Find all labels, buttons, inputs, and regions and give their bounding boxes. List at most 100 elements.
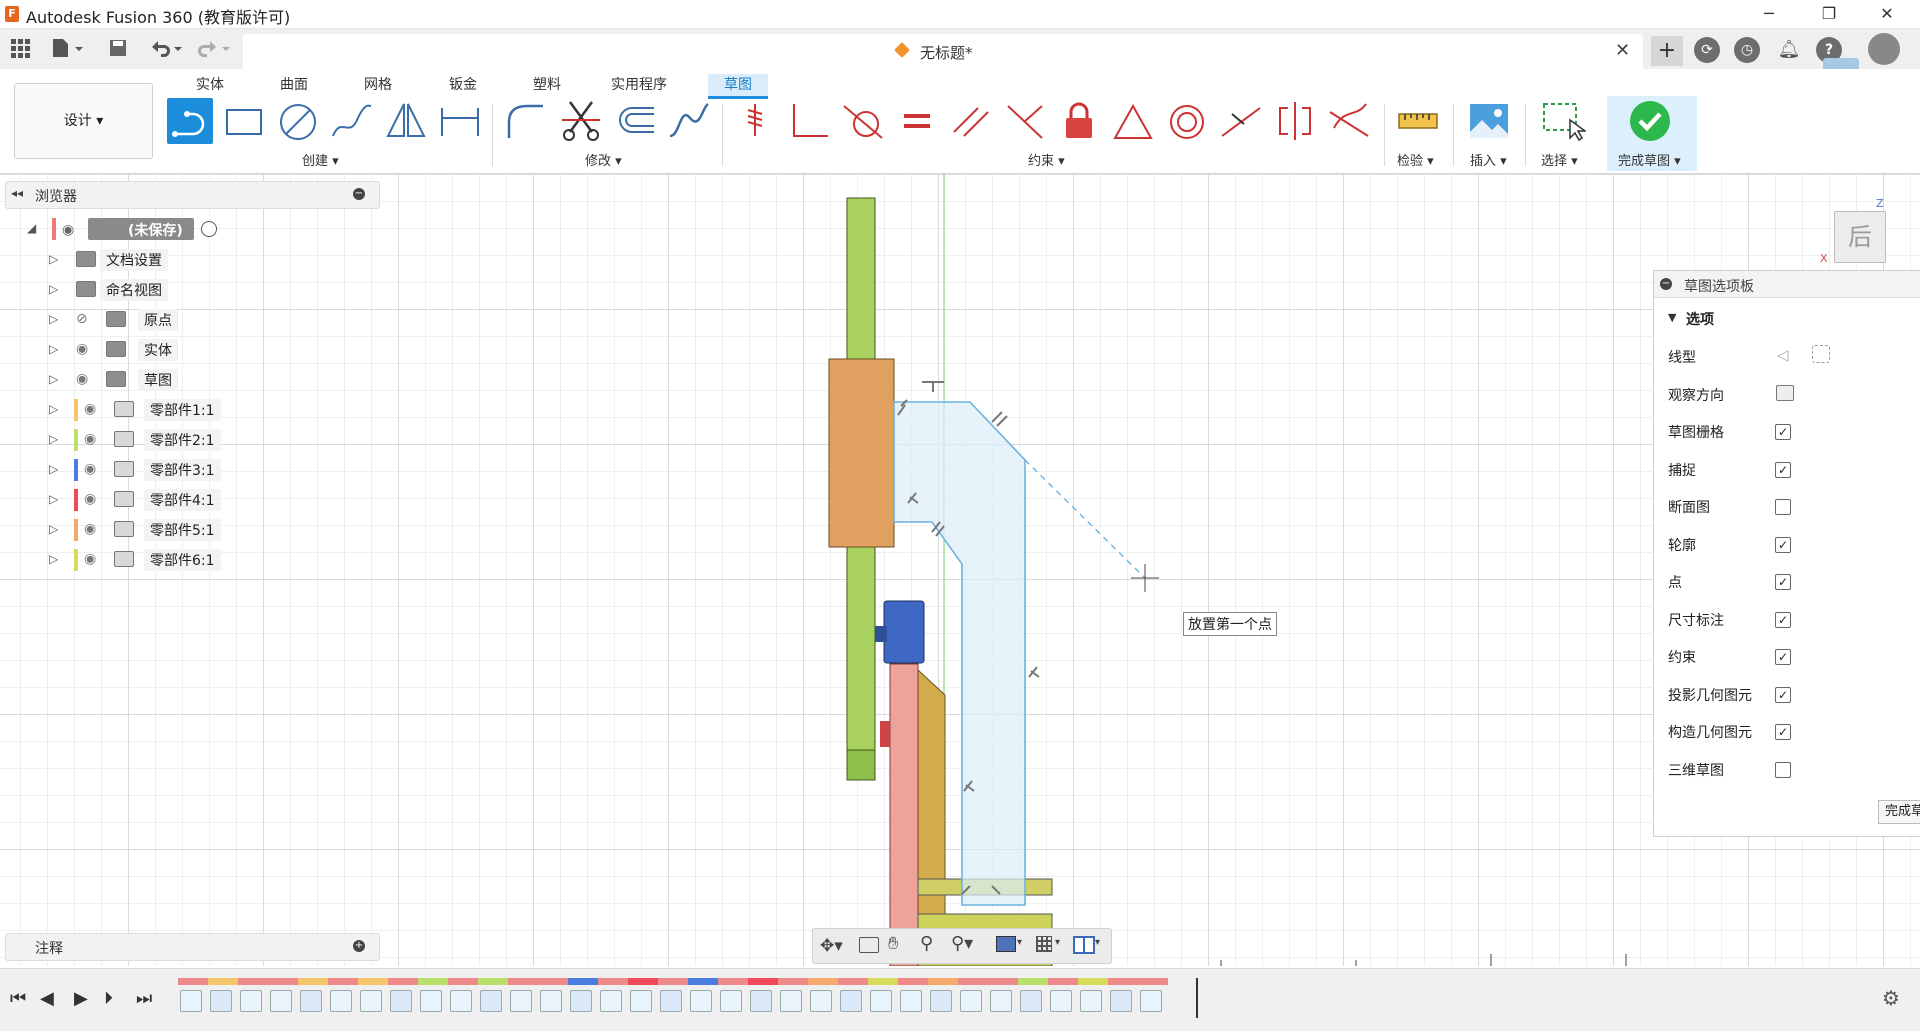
timeline-next-icon[interactable]: ⏵ — [104, 988, 113, 1009]
midpoint-constraint-icon[interactable] — [1110, 98, 1156, 144]
file-menu-icon[interactable] — [50, 37, 83, 61]
orbit-icon[interactable]: ✥▾ — [820, 936, 843, 956]
timeline-feature-icon[interactable] — [480, 990, 502, 1012]
look-at-icon[interactable] — [1776, 385, 1794, 401]
notifications-icon[interactable]: 🔔︎ — [1776, 37, 1802, 63]
browser-item-label[interactable]: 原点 — [138, 309, 178, 331]
display-dropdown-icon[interactable]: ▾ — [1017, 937, 1022, 948]
finish-sketch-palette-button[interactable]: 完成草 — [1878, 800, 1920, 824]
spline-fit-tool-icon[interactable] — [666, 98, 712, 144]
close-window-button[interactable]: ✕ — [1858, 0, 1916, 28]
expand-node-icon[interactable]: ▷ — [49, 282, 58, 296]
expand-node-icon[interactable]: ▷ — [49, 552, 58, 566]
tangent-constraint-icon[interactable] — [840, 98, 886, 144]
palette-option-checkbox[interactable]: ✓ — [1775, 724, 1791, 740]
linetype-centerline-icon[interactable] — [1812, 345, 1830, 363]
apps-grid-icon[interactable] — [8, 37, 32, 61]
timeline-feature-icon[interactable] — [750, 990, 772, 1012]
visibility-eye-icon[interactable]: ◉ — [76, 371, 88, 387]
timeline-feature-icon[interactable] — [1080, 990, 1102, 1012]
tab-sketch[interactable]: 草图 — [708, 74, 768, 99]
palette-option-checkbox[interactable]: ✓ — [1775, 686, 1791, 703]
timeline-feature-icon[interactable] — [1050, 990, 1072, 1012]
options-expand-icon[interactable]: ▼ — [1668, 311, 1676, 324]
timeline-feature-icon[interactable] — [420, 990, 442, 1012]
timeline-feature-icon[interactable] — [1140, 990, 1162, 1012]
perpendicular-constraint-icon[interactable] — [786, 98, 832, 144]
fix-constraint-icon[interactable] — [732, 98, 778, 144]
expand-node-icon[interactable]: ▷ — [49, 252, 58, 266]
browser-item-label[interactable]: 零部件5:1 — [144, 519, 221, 541]
timeline-feature-icon[interactable] — [510, 990, 532, 1012]
timeline-feature-icon[interactable] — [870, 990, 892, 1012]
expand-root-icon[interactable]: ◢ — [27, 221, 36, 235]
grid-settings-icon[interactable] — [1036, 936, 1052, 952]
timeline-marker[interactable] — [1196, 978, 1198, 1018]
timeline-feature-icon[interactable] — [270, 990, 292, 1012]
tab-plastic[interactable]: 塑料 — [523, 74, 571, 96]
visibility-eye-icon[interactable]: ◉ — [76, 341, 88, 357]
timeline-feature-icon[interactable] — [690, 990, 712, 1012]
add-annotation-icon[interactable]: + — [353, 940, 365, 952]
timeline-feature-icon[interactable] — [570, 990, 592, 1012]
visibility-eye-icon[interactable]: ◉ — [84, 551, 96, 567]
redo-icon[interactable] — [196, 37, 230, 61]
collapse-browser-icon[interactable]: ◂◂ — [11, 186, 23, 200]
timeline-feature-icon[interactable] — [360, 990, 382, 1012]
tab-sheet-metal[interactable]: 钣金 — [439, 74, 487, 96]
timeline-feature-icon[interactable] — [780, 990, 802, 1012]
constraints-group-label[interactable]: 约束 ▾ — [1028, 150, 1065, 169]
mirror-tool-icon[interactable] — [383, 98, 429, 144]
finish-check-icon[interactable] — [1630, 101, 1670, 141]
tab-surface[interactable]: 曲面 — [270, 74, 318, 96]
tab-utilities[interactable]: 实用程序 — [608, 74, 670, 96]
close-document-button[interactable]: ✕ — [1615, 40, 1630, 61]
timeline-feature-icon[interactable] — [930, 990, 952, 1012]
expand-node-icon[interactable]: ▷ — [49, 492, 58, 506]
palette-option-checkbox[interactable]: ✓ — [1775, 461, 1791, 478]
circle-tool-icon[interactable] — [275, 98, 321, 144]
visibility-eye-icon[interactable]: ◉ — [62, 222, 74, 238]
timeline-start-icon[interactable]: ⏮ — [10, 988, 26, 1009]
finish-sketch-label[interactable]: 完成草图 ▾ — [1618, 150, 1681, 169]
timeline-play-icon[interactable]: ▶︎ — [74, 988, 88, 1009]
expand-node-icon[interactable]: ▷ — [49, 342, 58, 356]
browser-item-label[interactable]: 零部件4:1 — [144, 489, 221, 511]
visibility-hidden-icon[interactable]: ⊘ — [76, 311, 88, 327]
browser-item-label[interactable]: 零部件1:1 — [144, 399, 221, 421]
palette-option-checkbox[interactable]: ✓ — [1775, 649, 1791, 665]
expand-node-icon[interactable]: ▷ — [49, 522, 58, 536]
timeline-feature-icon[interactable] — [180, 990, 202, 1012]
linetype-construction-icon[interactable]: ◁ — [1777, 346, 1789, 364]
browser-item-label[interactable]: 草图 — [138, 369, 178, 391]
timeline-previous-icon[interactable]: ◀︎ — [40, 988, 54, 1009]
dimension-tool-icon[interactable] — [437, 98, 483, 144]
visibility-eye-icon[interactable]: ◉ — [84, 401, 96, 417]
visibility-eye-icon[interactable]: ◉ — [84, 491, 96, 507]
tab-solid[interactable]: 实体 — [186, 74, 234, 96]
timeline-feature-icon[interactable] — [540, 990, 562, 1012]
minimize-button[interactable]: ─ — [1740, 0, 1798, 28]
save-icon[interactable] — [106, 37, 130, 61]
browser-item-label[interactable]: 实体 — [138, 339, 178, 361]
visibility-eye-icon[interactable]: ◉ — [84, 521, 96, 537]
collinear-constraint-icon[interactable] — [1218, 98, 1264, 144]
browser-item-label[interactable]: 文档设置 — [100, 249, 168, 271]
tab-mesh[interactable]: 网格 — [354, 74, 402, 96]
timeline-feature-icon[interactable] — [960, 990, 982, 1012]
viewports-dropdown-icon[interactable]: ▾ — [1095, 937, 1100, 948]
expand-node-icon[interactable]: ▷ — [49, 462, 58, 476]
parallel-constraint-icon[interactable] — [948, 98, 994, 144]
model-viewport[interactable] — [0, 174, 1920, 966]
timeline-settings-gear-icon[interactable]: ⚙ — [1882, 986, 1900, 1010]
zoom-icon[interactable]: ⚲ — [920, 933, 933, 954]
new-tab-button[interactable]: + — [1651, 36, 1683, 66]
timeline-feature-icon[interactable] — [300, 990, 322, 1012]
measure-tool-icon[interactable] — [1395, 98, 1441, 144]
timeline-feature-icon[interactable] — [390, 990, 412, 1012]
fit-zoom-icon[interactable]: ⚲▾ — [951, 933, 973, 954]
browser-item-label[interactable]: 命名视图 — [100, 279, 168, 301]
expand-node-icon[interactable]: ▷ — [49, 372, 58, 386]
workspace-design-button[interactable]: 设计 ▾ — [14, 83, 153, 159]
timeline-feature-icon[interactable] — [450, 990, 472, 1012]
